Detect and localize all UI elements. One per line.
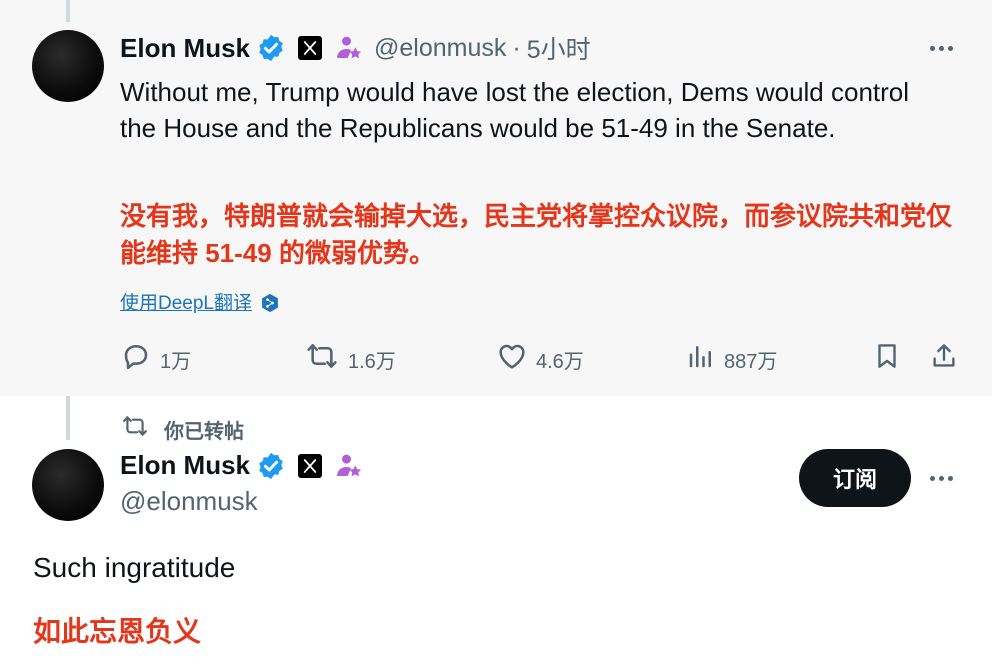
translate-label[interactable]: 使用DeepL翻译: [120, 288, 252, 315]
tweet-header: Elon Musk @elonmusk · 5小时: [120, 30, 591, 66]
x-logo-icon: [298, 36, 323, 60]
author-handle[interactable]: @elonmusk: [374, 34, 506, 63]
repost-icon: [120, 413, 150, 445]
share-icon: [929, 340, 959, 378]
repost-count: 1.6万: [348, 350, 396, 373]
tweet-text-en: Such ingratitude: [33, 552, 236, 583]
more-icon[interactable]: [930, 476, 953, 481]
bookmark-icon: [872, 340, 902, 378]
views-button[interactable]: 887万: [686, 340, 777, 378]
like-button[interactable]: 4.6万: [496, 340, 584, 378]
repost-button[interactable]: 1.6万: [304, 340, 396, 378]
repost-label[interactable]: 你已转帖: [164, 415, 244, 444]
thread-line-bottom: [66, 396, 70, 440]
bookmark-button[interactable]: [872, 340, 902, 378]
more-icon[interactable]: [930, 46, 953, 51]
repost-icon: [304, 340, 340, 378]
author-name[interactable]: Elon Musk: [120, 33, 250, 64]
tweet-primary[interactable]: Elon Musk @elonmusk · 5小时 Without me, Tr…: [0, 0, 992, 396]
thread-line-top: [66, 0, 70, 22]
reply-button[interactable]: 1万: [120, 340, 191, 378]
affiliate-badge-icon: [334, 33, 364, 63]
verified-icon: [256, 451, 286, 481]
avatar[interactable]: [32, 449, 104, 521]
separator-dot: ·: [512, 33, 521, 62]
avatar[interactable]: [32, 30, 104, 102]
x-logo-icon: [298, 453, 323, 478]
verified-icon: [256, 33, 286, 63]
tweet-text-en: Without me, Trump would have lost the el…: [120, 77, 910, 143]
reply-count: 1万: [160, 350, 192, 373]
views-count: 887万: [724, 350, 778, 373]
action-bar: 1万 1.6万 4.6万 887万: [0, 340, 992, 380]
deepl-icon: [260, 292, 280, 312]
translate-link[interactable]: 使用DeepL翻译: [120, 288, 280, 315]
subscribe-button[interactable]: 订阅: [799, 449, 911, 507]
tweet-time[interactable]: 5小时: [527, 30, 591, 66]
tweet-text-zh: 如此忘恩负义: [33, 616, 202, 647]
affiliate-badge-icon: [334, 451, 364, 481]
reply-icon: [120, 340, 152, 378]
views-icon: [686, 340, 716, 378]
tweet-text-zh: 没有我，特朗普就会输掉大选，民主党将掌控众议院，而参议院共和党仅能维持 51-4…: [120, 201, 953, 268]
author-handle[interactable]: @elonmusk: [120, 486, 258, 517]
repost-header: 你已转帖: [120, 413, 244, 445]
like-count: 4.6万: [536, 350, 584, 373]
author-name[interactable]: Elon Musk: [120, 450, 250, 481]
like-icon: [496, 340, 528, 378]
share-button[interactable]: [929, 340, 959, 378]
tweet-header: Elon Musk: [120, 450, 364, 481]
